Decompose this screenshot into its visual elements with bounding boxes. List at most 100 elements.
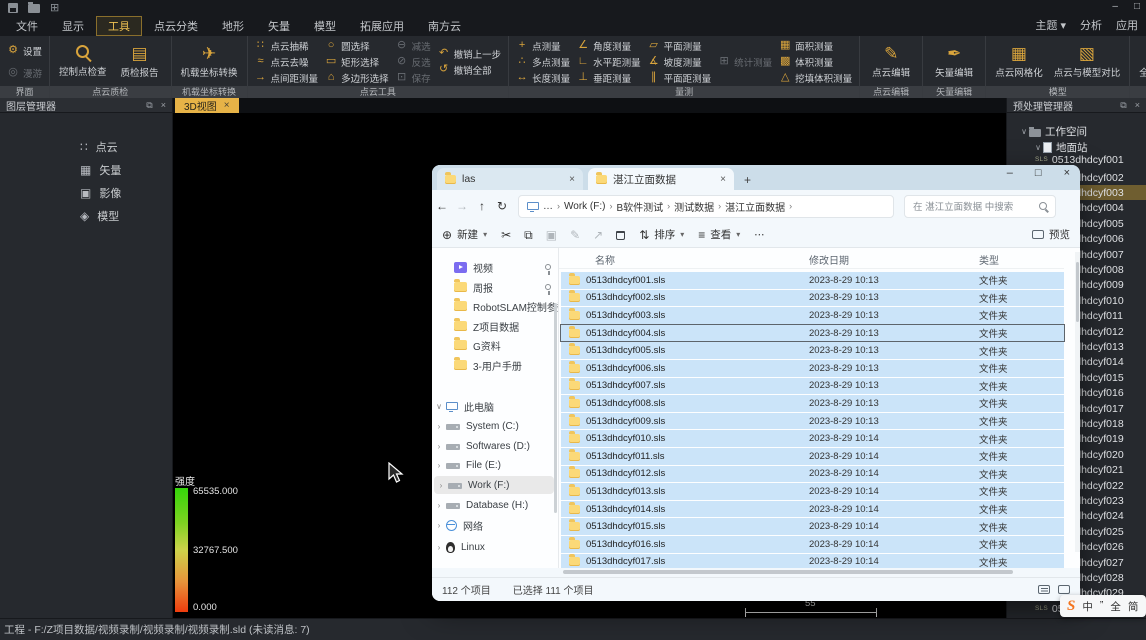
view-button[interactable]: ≡ 查看 ▾: [698, 227, 740, 242]
file-list-hscrollbar[interactable]: [559, 568, 1080, 577]
crumb-2[interactable]: B软件测试: [616, 199, 663, 214]
file-explorer-window[interactable]: las×湛江立面数据× + – □ × ← → ↑ ↻ …›Work (F:)›…: [432, 165, 1080, 601]
model-layer[interactable]: ◈模型: [0, 204, 172, 227]
file-row[interactable]: 0513dhdcyf006.sls2023-8-29 10:13文件夹: [561, 360, 1064, 377]
new-button[interactable]: ⊕ 新建 ▾: [442, 227, 487, 242]
refresh-icon[interactable]: ↻: [492, 199, 512, 213]
file-row[interactable]: 0513dhdcyf008.sls2023-8-29 10:13文件夹: [561, 395, 1064, 412]
sogou-logo-icon[interactable]: S: [1067, 598, 1075, 615]
menu-2[interactable]: 工具: [96, 16, 142, 36]
undo-all-button[interactable]: ↺撤销全部: [438, 63, 502, 77]
nav-item-drive-h[interactable]: ›Database (H:): [432, 496, 559, 514]
delete-button[interactable]: [616, 229, 625, 240]
plane-distance-measure-button[interactable]: ∥平面距测量: [648, 71, 712, 85]
nav-item-drive-e[interactable]: ›File (E:): [432, 456, 559, 474]
undo-last-button[interactable]: ↶撤销上一步: [438, 47, 502, 61]
file-row[interactable]: 0513dhdcyf004.sls2023-8-29 10:13文件夹: [561, 325, 1064, 342]
explorer-tab-1[interactable]: 湛江立面数据×: [588, 168, 734, 190]
ime-item-3[interactable]: 简: [1128, 599, 1139, 614]
ime-toolbar[interactable]: S 中”全简: [1060, 595, 1146, 617]
nav-item-this-pc[interactable]: ∨此电脑: [432, 397, 559, 415]
menu-6[interactable]: 模型: [302, 16, 348, 36]
expand-icon[interactable]: ›: [432, 461, 446, 470]
polygon-select-button[interactable]: ⌂多边形选择: [325, 71, 389, 85]
file-row[interactable]: 0513dhdcyf009.sls2023-8-29 10:13文件夹: [561, 413, 1064, 430]
crumb-4[interactable]: 湛江立面数据: [725, 199, 785, 214]
expand-icon[interactable]: ›: [432, 442, 446, 451]
point-cloud-edit-button[interactable]: ✎点云编辑: [867, 45, 915, 79]
file-row[interactable]: 0513dhdcyf005.sls2023-8-29 10:13文件夹: [561, 342, 1064, 359]
collapse-icon[interactable]: ∨: [432, 402, 446, 411]
menu-4[interactable]: 地形: [210, 16, 256, 36]
expand-icon[interactable]: ›: [432, 521, 446, 530]
point-cloud-layer[interactable]: ∷点云: [0, 135, 172, 158]
nav-item-drive-f[interactable]: ›Work (F:): [434, 476, 554, 494]
expand-icon[interactable]: ∨: [1019, 127, 1029, 136]
nav-item-reports[interactable]: 周报: [432, 278, 559, 296]
area-measure-button[interactable]: ▦面积测量: [779, 39, 852, 53]
nav-scrollbar[interactable]: [554, 303, 557, 513]
file-row[interactable]: 0513dhdcyf010.sls2023-8-29 10:14文件夹: [561, 430, 1064, 447]
file-list-header[interactable]: 名称修改日期类型: [559, 252, 1064, 269]
cut-fill-volume-measure-button[interactable]: △挖填体积测量: [779, 71, 852, 85]
sort-button[interactable]: ⇅ 排序 ▾: [639, 227, 684, 242]
invert-select-button[interactable]: ⊘反选: [396, 55, 431, 69]
nav-item-robotslam-params[interactable]: RobotSLAM控制参数: [432, 297, 559, 315]
ime-item-0[interactable]: 中: [1082, 599, 1093, 614]
point-spacing-measure-button[interactable]: →点间距测量: [255, 71, 319, 85]
length-measure-button[interactable]: ↔长度测量: [516, 71, 570, 85]
tab-close-icon[interactable]: ×: [224, 100, 230, 111]
nav-item-network[interactable]: ›网络: [432, 516, 559, 534]
tree-node-workspace[interactable]: ∨ 工作空间: [1007, 124, 1146, 139]
file-row[interactable]: 0513dhdcyf015.sls2023-8-29 10:14文件夹: [561, 518, 1064, 535]
pano-mark-point-button[interactable]: ▥全景图刺点: [1137, 45, 1146, 79]
imagery-layer[interactable]: ▣影像: [0, 181, 172, 204]
point-cloud-meshing-button[interactable]: ▦点云网格化: [993, 45, 1045, 79]
paste-button[interactable]: ▣: [546, 229, 557, 241]
large-icons-view-icon[interactable]: [1058, 585, 1070, 594]
menubar-right-0[interactable]: 主题 ▾: [1035, 17, 1066, 33]
minimize-button[interactable]: –: [1112, 1, 1118, 12]
file-row[interactable]: 0513dhdcyf014.sls2023-8-29 10:14文件夹: [561, 501, 1064, 518]
new-project-icon[interactable]: ⊞: [50, 3, 59, 14]
point-cloud-thinning-button[interactable]: ∷点云抽稀: [255, 39, 319, 53]
nav-item-videos[interactable]: 视频: [432, 258, 559, 276]
back-icon[interactable]: ←: [432, 199, 452, 213]
ime-item-2[interactable]: 全: [1110, 599, 1121, 614]
menubar-right-1[interactable]: 分析: [1080, 17, 1102, 33]
more-button[interactable]: ⋯: [754, 229, 765, 241]
rename-button[interactable]: ✎: [570, 229, 580, 241]
menu-3[interactable]: 点云分类: [142, 16, 210, 36]
tab-close-icon[interactable]: ×: [569, 174, 575, 185]
nav-item-linux[interactable]: ›Linux: [432, 538, 559, 556]
column-header-2[interactable]: 类型: [979, 252, 1059, 268]
preview-button[interactable]: 预览: [1032, 227, 1070, 242]
up-icon[interactable]: ↑: [472, 199, 492, 213]
file-row[interactable]: 0513dhdcyf001.sls2023-8-29 10:13文件夹: [561, 272, 1064, 289]
file-row[interactable]: 0513dhdcyf003.sls2023-8-29 10:13文件夹: [561, 307, 1064, 324]
file-row[interactable]: 0513dhdcyf011.sls2023-8-29 10:14文件夹: [561, 448, 1064, 465]
share-button[interactable]: ↗: [593, 229, 603, 241]
tab-close-icon[interactable]: ×: [720, 174, 726, 185]
details-view-icon[interactable]: [1038, 585, 1050, 594]
horizontal-distance-measure-button[interactable]: ∟水平距测量: [577, 55, 641, 69]
close-panel-icon[interactable]: ×: [161, 100, 166, 111]
qc-report-button[interactable]: ▤质检报告: [116, 45, 164, 79]
nav-item-drive-d[interactable]: ›Softwares (D:): [432, 437, 559, 455]
save-icon[interactable]: [8, 3, 18, 13]
nav-item-g-data[interactable]: G资料: [432, 336, 559, 354]
crumb-3[interactable]: 测试数据: [674, 199, 714, 214]
angle-measure-button[interactable]: ∠角度测量: [577, 39, 641, 53]
explorer-minimize-button[interactable]: –: [1007, 167, 1013, 179]
expand-icon[interactable]: ›: [432, 543, 446, 552]
menu-1[interactable]: 显示: [50, 16, 96, 36]
save-select-button[interactable]: ⊡保存: [396, 71, 431, 85]
breadcrumb[interactable]: …›Work (F:)›B软件测试›测试数据›湛江立面数据›: [518, 195, 894, 218]
menu-7[interactable]: 拓展应用: [348, 16, 416, 36]
rect-select-button[interactable]: ▭矩形选择: [325, 55, 389, 69]
float-panel-icon[interactable]: ⧉: [146, 100, 152, 111]
file-row[interactable]: 0513dhdcyf002.sls2023-8-29 10:13文件夹: [561, 290, 1064, 307]
file-list-scrollbar[interactable]: [1075, 252, 1080, 552]
expand-icon[interactable]: ›: [432, 422, 446, 431]
menubar-right-2[interactable]: 应用: [1116, 17, 1138, 33]
